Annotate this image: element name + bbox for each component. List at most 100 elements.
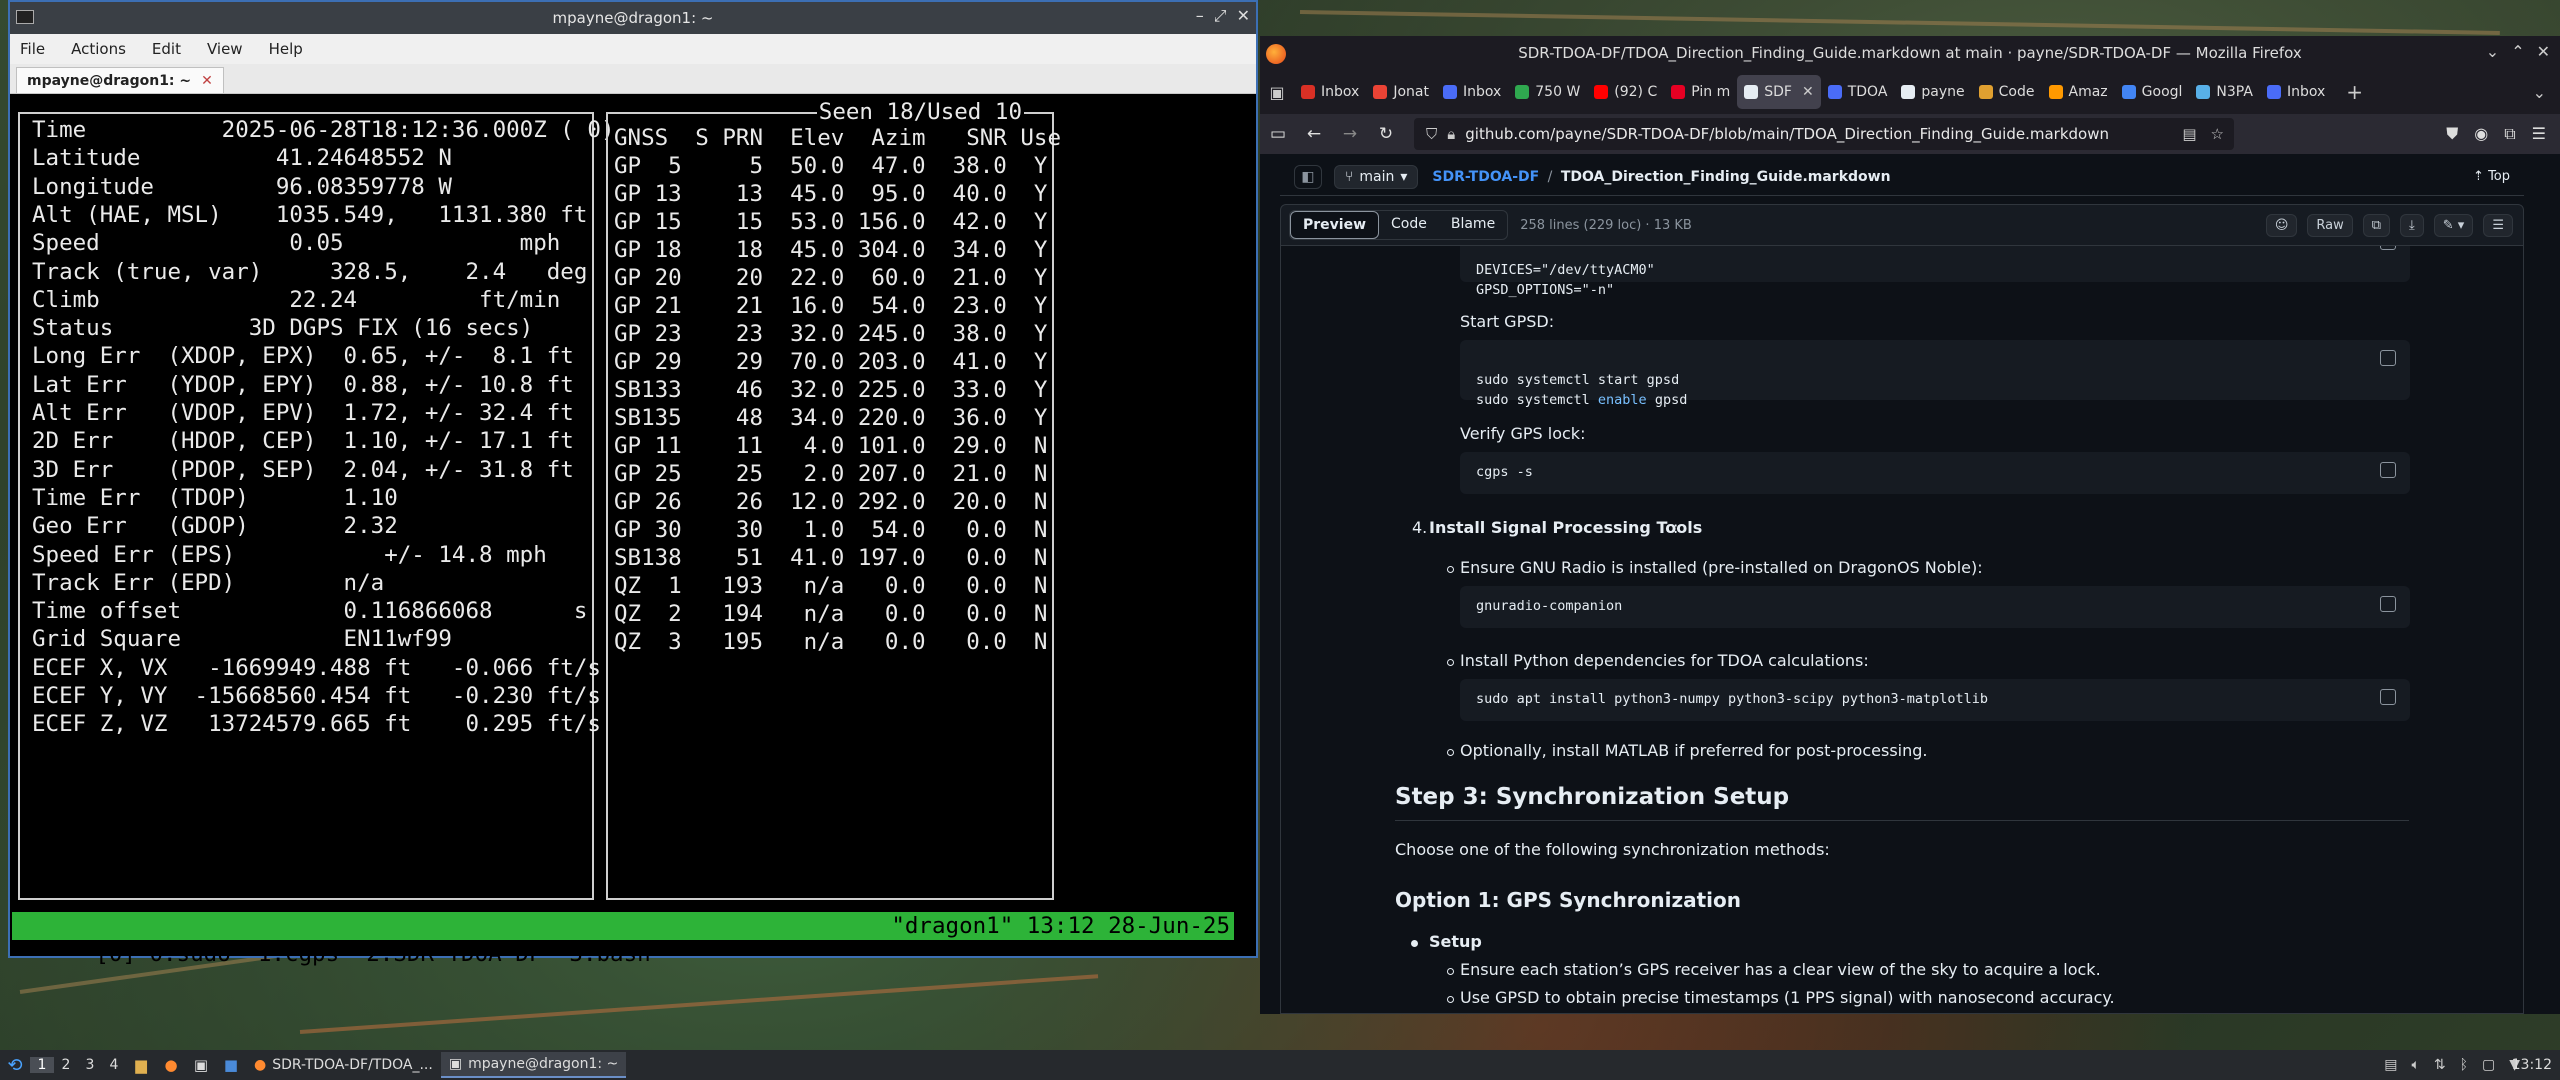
breadcrumb-repo-link[interactable]: SDR-TDOA-DF xyxy=(1432,169,1539,185)
gps-fix-line: Latitude 41.24648552 N xyxy=(32,145,452,172)
browser-tab[interactable]: SDF ✕ xyxy=(1737,75,1821,109)
top-link[interactable]: ⇡ Top xyxy=(2473,169,2510,184)
browser-tab[interactable]: Amaz xyxy=(2042,75,2115,109)
download-icon[interactable]: ⤓ xyxy=(2400,213,2424,237)
terminal-titlebar[interactable]: mpayne@dragon1: ~ – ⤢ ✕ xyxy=(10,2,1256,34)
maximize-icon[interactable]: ⌃ xyxy=(2511,42,2524,61)
volume-icon[interactable]: 🔈︎ xyxy=(2411,1057,2419,1073)
browser-tab[interactable]: Code xyxy=(1972,75,2042,109)
lock-icon[interactable]: 🔒︎ xyxy=(1447,125,1455,143)
minimize-icon[interactable]: – xyxy=(1196,6,1204,26)
firefox-launcher-icon[interactable]: ● xyxy=(156,1056,186,1074)
reload-icon[interactable]: ↻ xyxy=(1368,124,1404,144)
close-icon[interactable]: ✕ xyxy=(2537,42,2550,61)
list-item-python-deps: Install Python dependencies for TDOA cal… xyxy=(1460,651,1869,670)
browser-tab[interactable]: Inbox xyxy=(2260,75,2332,109)
network-icon[interactable]: ⇅ xyxy=(2434,1057,2446,1073)
firefox-titlebar[interactable]: SDR-TDOA-DF/TDOA_Direction_Finding_Guide… xyxy=(1260,36,2560,70)
workspace-1[interactable]: 1 xyxy=(30,1057,54,1073)
menu-edit[interactable]: Edit xyxy=(152,40,181,58)
workspace-2[interactable]: 2 xyxy=(54,1057,78,1073)
close-tab-icon[interactable]: ✕ xyxy=(201,73,213,89)
satellite-row: SB138 51 41.0 197.0 0.0 N xyxy=(614,545,1048,571)
copy-icon[interactable] xyxy=(2380,350,2396,366)
browser-tab[interactable]: Pin m xyxy=(1664,75,1737,109)
clock[interactable]: 13:12 xyxy=(2512,1057,2552,1073)
bookmark-star-icon[interactable]: ☆ xyxy=(2211,125,2224,143)
code-block-cgps: cgps -s xyxy=(1460,452,2410,494)
keyboard-icon[interactable]: ▤ xyxy=(2384,1057,2397,1073)
file-manager-icon[interactable]: ▆ xyxy=(126,1056,156,1074)
copy-icon[interactable] xyxy=(2380,246,2396,250)
extensions-icon[interactable]: ⧉ xyxy=(2504,124,2515,144)
copy-icon[interactable] xyxy=(2380,596,2396,612)
browser-tab[interactable]: (92) C xyxy=(1587,75,1664,109)
markdown-preview[interactable]: DEVICES="/dev/ttyACM0" GPSD_OPTIONS="-n"… xyxy=(1280,246,2524,1014)
show-desktop-icon[interactable]: ■ xyxy=(216,1056,246,1074)
tab-blame[interactable]: Blame xyxy=(1439,211,1507,239)
menu-actions[interactable]: Actions xyxy=(71,40,126,58)
list-bullet xyxy=(1447,659,1454,666)
menu-view[interactable]: View xyxy=(207,40,243,58)
wallpaper-trace xyxy=(1299,10,2500,35)
reader-view-icon[interactable]: ▤ xyxy=(2182,125,2196,143)
pocket-icon[interactable]: ⛊ xyxy=(2446,124,2458,144)
edit-pencil-icon[interactable]: ✎ ▾ xyxy=(2433,213,2474,237)
menu-help[interactable]: Help xyxy=(269,40,303,58)
menu-file[interactable]: File xyxy=(20,40,45,58)
terminal-tab[interactable]: mpayne@dragon1: ~ ✕ xyxy=(16,67,224,93)
shield-icon[interactable]: ⛉ xyxy=(1426,125,1437,143)
maximize-icon[interactable]: ⤢ xyxy=(1214,6,1227,26)
terminal-tab-label: mpayne@dragon1: ~ xyxy=(27,72,192,89)
task-firefox[interactable]: ● SDR-TDOA-DF/TDOA_... xyxy=(246,1052,441,1078)
url-bar[interactable]: ⛉ 🔒︎ github.com/payne/SDR-TDOA-DF/blob/m… xyxy=(1414,118,2234,150)
terminal-body[interactable]: Time 2025-06-28T18:12:36.000Z ( 0) Latitu… xyxy=(10,96,1256,967)
outline-icon[interactable]: ☰ xyxy=(2483,213,2513,237)
browser-tab[interactable]: Inbox xyxy=(1436,75,1508,109)
copy-icon[interactable] xyxy=(2380,462,2396,478)
clipboard-icon[interactable]: ▢ xyxy=(2482,1057,2495,1073)
close-icon[interactable]: ✕ xyxy=(1237,6,1250,26)
browser-tab[interactable]: TDOA xyxy=(1821,75,1895,109)
start-menu-icon[interactable]: ⟲ xyxy=(0,1055,30,1076)
satellite-row: GP 18 18 45.0 304.0 34.0 Y xyxy=(614,237,1048,263)
file-tree-toggle-icon[interactable]: ◧ xyxy=(1294,164,1322,189)
forward-icon[interactable]: → xyxy=(1332,124,1368,144)
browser-tab[interactable]: 750 W xyxy=(1508,75,1587,109)
terminal-launcher-icon[interactable]: ▣ xyxy=(186,1056,216,1074)
copilot-icon[interactable]: ☺ xyxy=(2265,213,2298,237)
raw-button[interactable]: Raw xyxy=(2307,213,2353,237)
new-tab-icon[interactable]: + xyxy=(2346,80,2363,104)
browser-tab[interactable]: payne xyxy=(1894,75,1971,109)
firefox-view-icon[interactable]: ▣ xyxy=(1260,83,1294,102)
app-menu-icon[interactable]: ☰ xyxy=(2532,124,2546,144)
tmux-window-list[interactable]: [0] 0:sudo 1:cgps* 2:SDR-TDOA-DF- 3:bash xyxy=(95,941,650,967)
tab-preview[interactable]: Preview xyxy=(1290,211,1380,239)
close-tab-icon[interactable]: ✕ xyxy=(1802,84,1814,100)
branch-selector[interactable]: ⑂ main ▾ xyxy=(1334,164,1419,189)
task-terminal[interactable]: ▣ mpayne@dragon1: ~ xyxy=(440,1052,627,1078)
minimize-icon[interactable]: ⌄ xyxy=(2486,42,2499,61)
browser-tab[interactable]: Googl xyxy=(2115,75,2190,109)
browser-tab[interactable]: Jonat xyxy=(1366,75,1436,109)
bluetooth-icon[interactable]: ᛒ xyxy=(2460,1057,2468,1073)
workspace-3[interactable]: 3 xyxy=(78,1057,102,1073)
copy-icon[interactable] xyxy=(2380,689,2396,705)
url-text[interactable]: github.com/payne/SDR-TDOA-DF/blob/main/T… xyxy=(1465,125,2109,143)
favicon-icon xyxy=(2266,85,2281,99)
favicon-icon xyxy=(2196,85,2211,99)
favicon-icon xyxy=(1978,85,1993,99)
satellite-row: GP 15 15 53.0 156.0 42.0 Y xyxy=(614,209,1048,235)
workspace-4[interactable]: 4 xyxy=(102,1057,126,1073)
list-all-tabs-icon[interactable]: ⌄ xyxy=(2533,83,2546,102)
copy-raw-icon[interactable]: ⧉ xyxy=(2362,213,2391,237)
code-line: cgps -s xyxy=(1476,464,1533,480)
tab-code[interactable]: Code xyxy=(1379,211,1439,239)
back-icon[interactable]: ← xyxy=(1296,124,1332,144)
github-file-header: ◧ ⑂ main ▾ SDR-TDOA-DF / TDOA_Direction_… xyxy=(1280,158,2524,196)
browser-tab[interactable]: Inbox xyxy=(1294,75,1366,109)
browser-tab[interactable]: N3PA xyxy=(2189,75,2260,109)
account-icon[interactable]: ◉ xyxy=(2474,124,2488,144)
sidebar-icon[interactable]: ▭ xyxy=(1260,124,1296,144)
browser-tab-label: Code xyxy=(1998,84,2035,100)
